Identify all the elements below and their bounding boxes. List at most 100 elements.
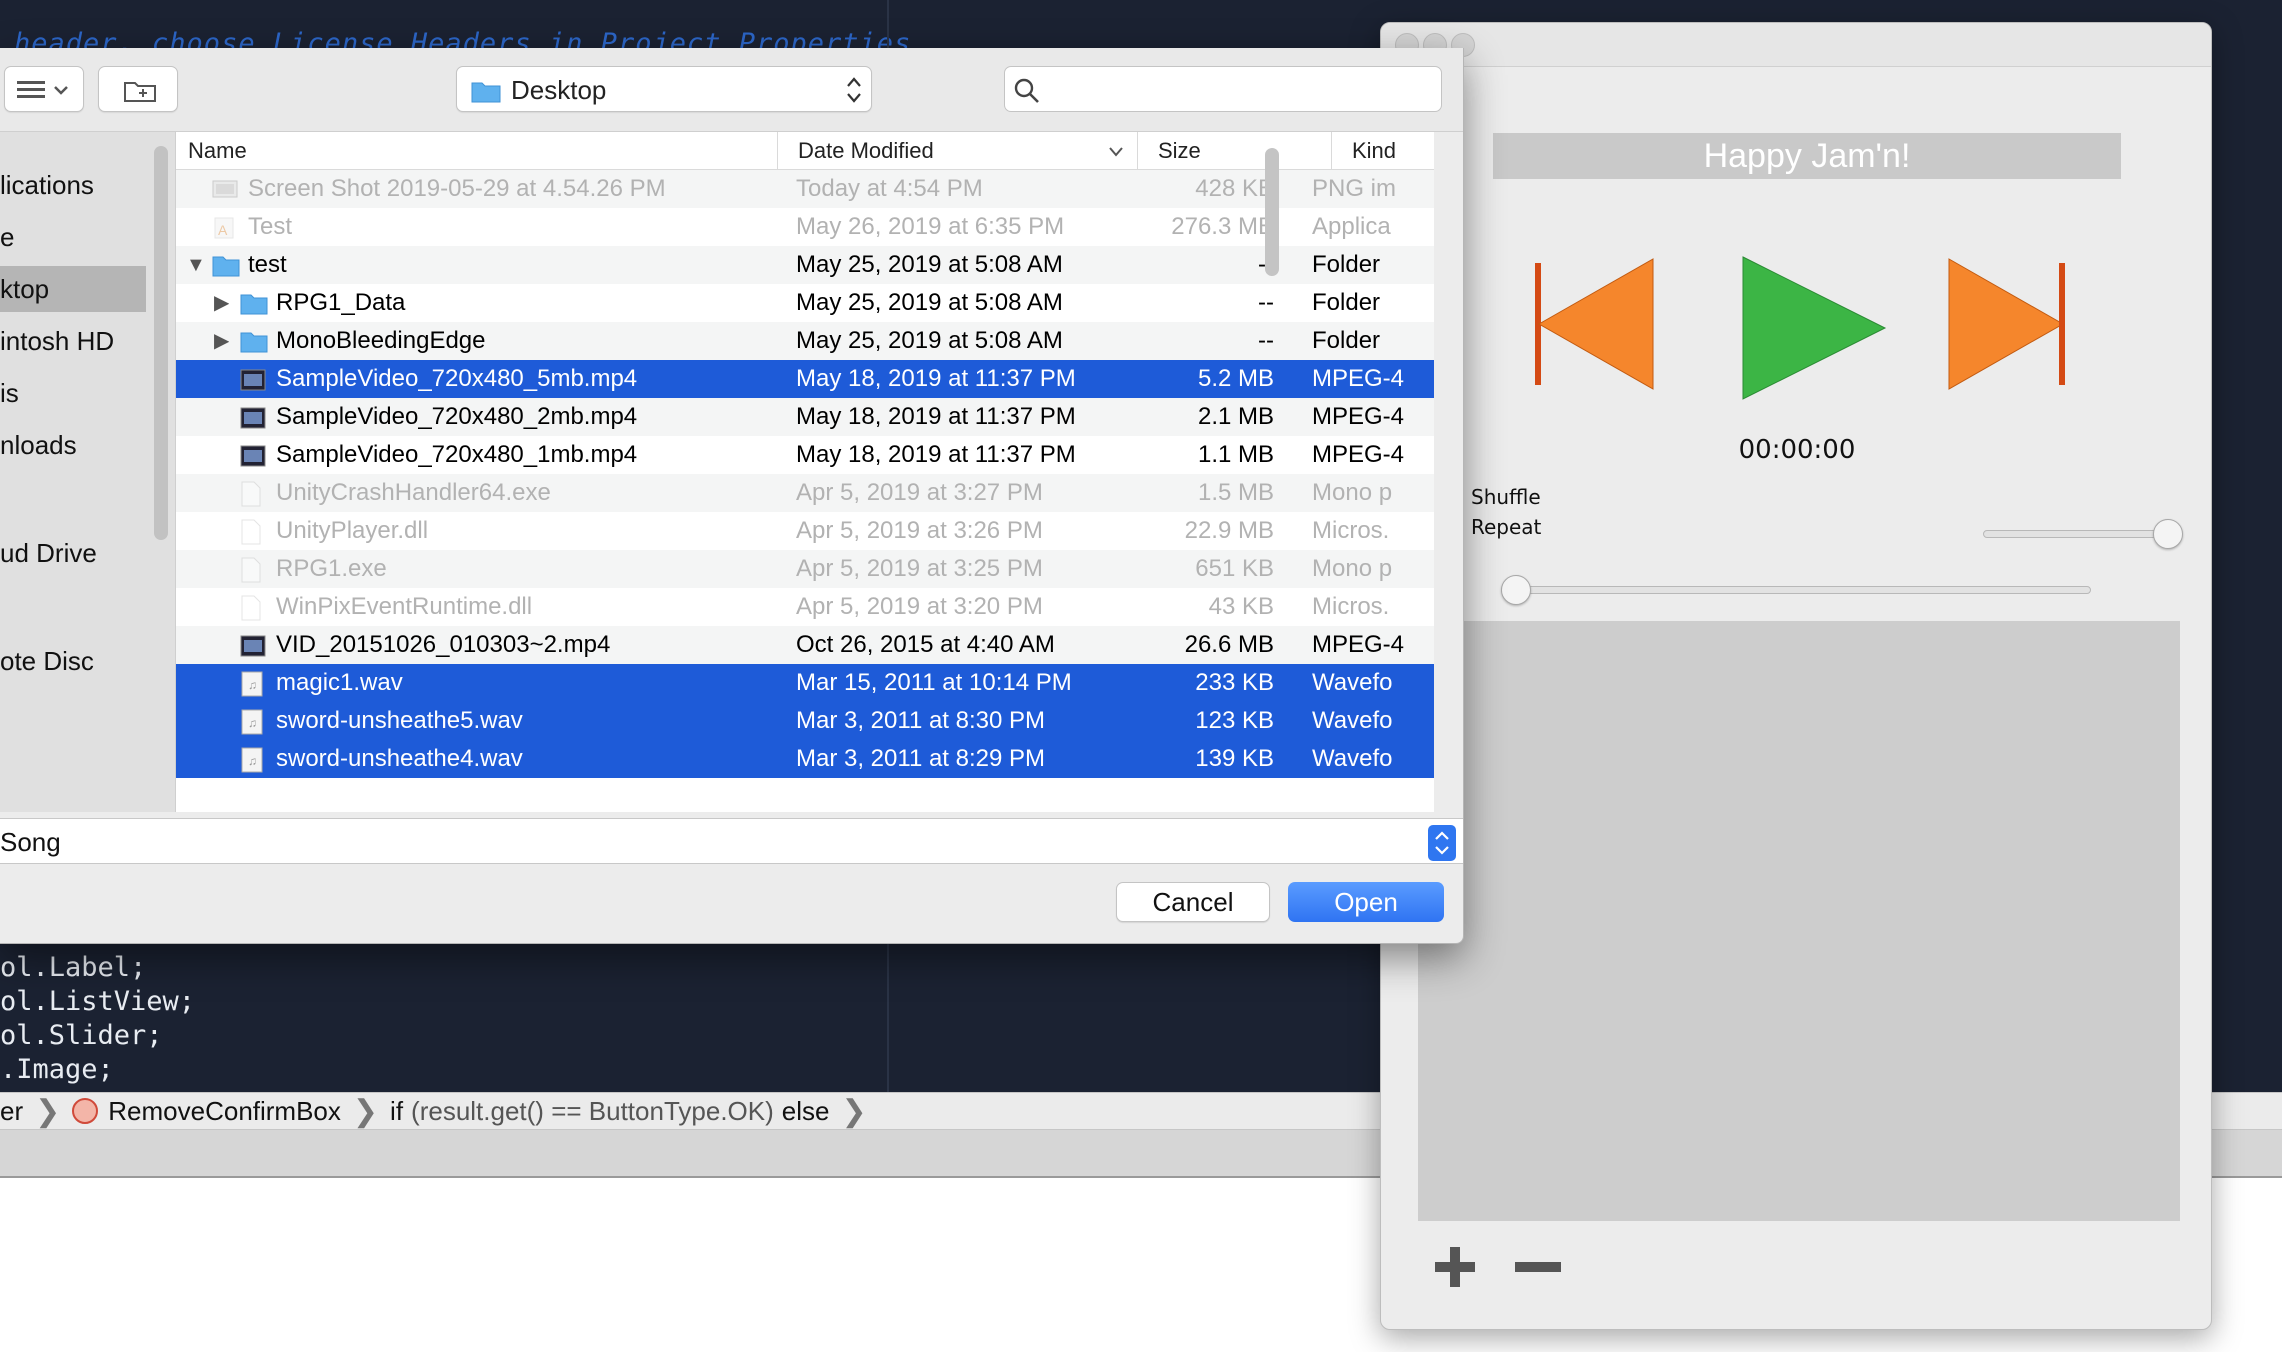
file-kind: Micros. xyxy=(1312,517,1390,544)
next-track-icon xyxy=(1948,258,2065,390)
file-name: VID_20151026_010303~2.mp4 xyxy=(276,631,611,658)
sidebar-item-home[interactable]: e xyxy=(0,214,146,260)
breadcrumb-item[interactable]: er xyxy=(0,1096,23,1127)
seek-slider-track xyxy=(1501,586,2091,594)
sort-chevron-down-icon xyxy=(1109,147,1123,157)
file-size: 123 KB xyxy=(1195,707,1274,734)
music-player-window: Happy Jam'n! 00:00:00 Shuffle Repeat xyxy=(1380,22,2212,1330)
file-size: 651 KB xyxy=(1195,555,1274,582)
column-date-modified[interactable]: Date Modified xyxy=(778,132,1138,170)
sidebar-scrollbar[interactable] xyxy=(154,146,168,540)
code-line[interactable]: ol.Label; xyxy=(0,952,146,983)
new-folder-button[interactable] xyxy=(98,66,178,112)
chevron-right-icon: ❯ xyxy=(841,1094,867,1128)
column-date-modified-label: Date Modified xyxy=(798,138,934,163)
file-row[interactable]: RPG1.exe Apr 5, 2019 at 3:25 PM 651 KB Mono… xyxy=(176,550,1434,588)
file-kind: Wavefo xyxy=(1312,745,1393,772)
file-row[interactable]: SampleVideo_720x480_5mb.mp4 May 18, 2019 … xyxy=(176,360,1434,398)
open-file-dialog: Desktop lications e ktop intosh HD is nl… xyxy=(0,48,1464,944)
window-titlebar[interactable] xyxy=(1381,23,2211,67)
repeat-label[interactable]: Repeat xyxy=(1471,515,1541,539)
view-mode-button[interactable] xyxy=(4,66,84,112)
file-row[interactable]: UnityCrashHandler64.exe Apr 5, 2019 at 3:… xyxy=(176,474,1434,512)
next-track-button[interactable] xyxy=(1947,257,2067,391)
seek-slider-knob[interactable] xyxy=(1501,575,1531,605)
file-size: 2.1 MB xyxy=(1197,403,1274,430)
sidebar-item-macintosh-hd[interactable]: intosh HD xyxy=(0,318,146,364)
file-row[interactable]: ♫ sword-unsheathe5.wav Mar 3, 2011 at 8:30… xyxy=(176,702,1434,740)
open-button[interactable]: Open xyxy=(1288,882,1444,922)
sidebar-item-remote-disc[interactable]: ote Disc xyxy=(0,638,146,684)
code-line[interactable]: .Image; xyxy=(0,1054,114,1085)
breadcrumb-keyword[interactable]: if xyxy=(390,1096,403,1127)
file-row[interactable]: WinPixEventRuntime.dll Apr 5, 2019 at 3:2… xyxy=(176,588,1434,626)
file-name: test xyxy=(248,251,287,278)
sidebar-item-applications[interactable]: lications xyxy=(0,162,146,208)
file-row[interactable]: UnityPlayer.dll Apr 5, 2019 at 3:26 PM 22.… xyxy=(176,512,1434,550)
sidebar-item-downloads[interactable]: nloads xyxy=(0,422,146,468)
file-name: SampleVideo_720x480_1mb.mp4 xyxy=(276,441,638,468)
file-list-vertical-scrollbar[interactable] xyxy=(1262,148,1282,364)
chevron-down-icon xyxy=(54,86,68,95)
seek-slider[interactable] xyxy=(1501,575,2101,605)
column-name[interactable]: Name xyxy=(176,132,778,170)
play-button[interactable] xyxy=(1741,255,1887,401)
breadcrumb-item[interactable]: RemoveConfirmBox xyxy=(108,1096,341,1127)
file-row[interactable]: ▼ test May 25, 2019 at 5:08 AM -- Folder xyxy=(176,246,1434,284)
volume-slider-knob[interactable] xyxy=(2153,519,2183,549)
file-date-modified: Today at 4:54 PM xyxy=(796,175,983,202)
playlist-view[interactable] xyxy=(1418,621,2180,1221)
file-kind: Micros. xyxy=(1312,593,1390,620)
file-row[interactable]: SampleVideo_720x480_1mb.mp4 May 18, 2019 … xyxy=(176,436,1434,474)
file-name: RPG1_Data xyxy=(276,289,406,316)
file-row[interactable]: ♫ magic1.wav Mar 15, 2011 at 10:14 PM 233 K… xyxy=(176,664,1434,702)
list-view-icon xyxy=(17,81,68,98)
previous-track-button[interactable] xyxy=(1535,257,1655,391)
file-row[interactable]: SampleVideo_720x480_2mb.mp4 May 18, 2019 … xyxy=(176,398,1434,436)
file-row[interactable]: VID_20151026_010303~2.mp4 Oct 26, 2015 at… xyxy=(176,626,1434,664)
file-list[interactable]: Name Date Modified Size Kind Screen Shot… xyxy=(176,132,1434,812)
disclosure-collapsed-icon[interactable]: ▶ xyxy=(214,284,229,322)
file-kind: Wavefo xyxy=(1312,707,1393,734)
folder-icon xyxy=(240,291,268,317)
remove-song-button[interactable] xyxy=(1513,1245,1563,1289)
sidebar-item-documents[interactable]: is xyxy=(0,370,146,416)
add-song-button[interactable] xyxy=(1433,1245,1477,1289)
file-date-modified: May 18, 2019 at 11:37 PM xyxy=(796,365,1076,392)
file-kind: MPEG-4 xyxy=(1312,403,1405,430)
file-row[interactable]: A Test May 26, 2019 at 6:35 PM 276.3 MB Appl… xyxy=(176,208,1434,246)
file-type-row: Song xyxy=(0,818,1463,864)
file-date-modified: Mar 3, 2011 at 8:29 PM xyxy=(796,745,1046,772)
file-date-modified: Apr 5, 2019 at 3:20 PM xyxy=(796,593,1043,620)
disclosure-expanded-icon[interactable]: ▼ xyxy=(186,246,206,284)
file-size: 5.2 MB xyxy=(1197,365,1274,392)
file-type-filter[interactable]: Song xyxy=(0,827,61,858)
svg-text:A: A xyxy=(218,222,228,238)
code-line[interactable]: ol.ListView; xyxy=(0,986,195,1017)
file-name: UnityCrashHandler64.exe xyxy=(276,479,551,506)
volume-slider[interactable] xyxy=(1983,519,2183,549)
file-kind: PNG im xyxy=(1312,175,1396,202)
document-icon xyxy=(240,519,264,545)
column-kind[interactable]: Kind xyxy=(1332,132,1434,170)
svg-text:♫: ♫ xyxy=(248,716,257,730)
shuffle-label[interactable]: Shuffle xyxy=(1471,485,1541,509)
file-type-popup-button[interactable] xyxy=(1428,825,1456,861)
breadcrumb-condition[interactable]: (result.get() == ButtonType.OK) xyxy=(411,1096,774,1127)
disclosure-collapsed-icon[interactable]: ▶ xyxy=(214,322,229,360)
location-popup[interactable]: Desktop xyxy=(456,66,872,112)
code-line[interactable]: ol.Slider; xyxy=(0,1020,163,1051)
search-input[interactable] xyxy=(1004,66,1442,112)
breadcrumb-keyword[interactable]: else xyxy=(782,1096,830,1127)
file-row[interactable]: ♫ sword-unsheathe4.wav Mar 3, 2011 at 8:29… xyxy=(176,740,1434,778)
file-row[interactable]: ▶ MonoBleedingEdge May 25, 2019 at 5:08 AM… xyxy=(176,322,1434,360)
cancel-button[interactable]: Cancel xyxy=(1116,882,1270,922)
file-row[interactable]: Screen Shot 2019-05-29 at 4.54.26 PM Toda… xyxy=(176,170,1434,208)
sidebar-item-desktop[interactable]: ktop xyxy=(0,266,146,312)
column-size[interactable]: Size xyxy=(1138,132,1332,170)
sidebar-item-icloud-drive[interactable]: ud Drive xyxy=(0,530,146,576)
document-icon xyxy=(240,481,264,507)
file-name: SampleVideo_720x480_5mb.mp4 xyxy=(276,365,638,392)
file-row[interactable]: ▶ RPG1_Data May 25, 2019 at 5:08 AM -- Folde… xyxy=(176,284,1434,322)
new-folder-icon xyxy=(124,82,156,102)
